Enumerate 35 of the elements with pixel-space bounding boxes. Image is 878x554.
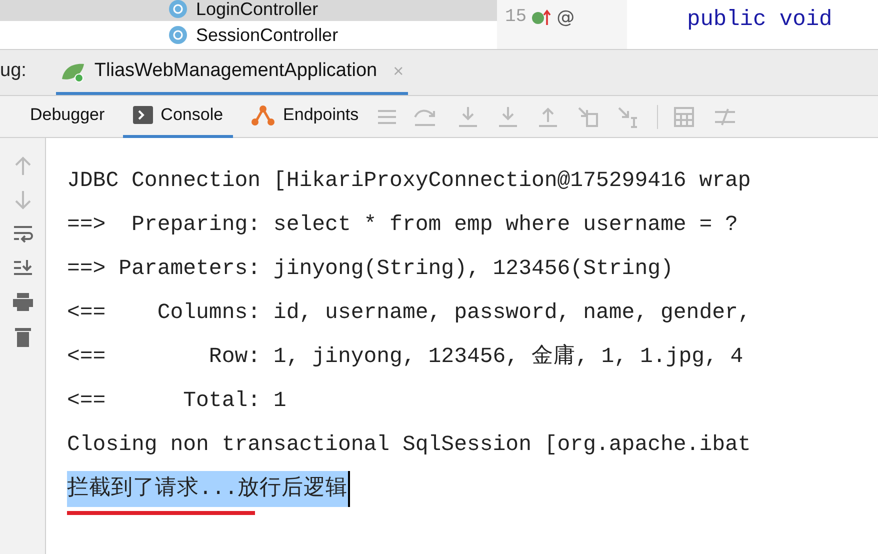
console-line: <== Row: 1, jinyong, 123456, 金庸, 1, 1.jpg, 4 bbox=[67, 342, 744, 371]
console-line: Closing non transactional SqlSession [org.apache.ibat bbox=[67, 432, 751, 459]
line-number: 15 bbox=[505, 6, 527, 29]
toolbar-tab[interactable]: Debugger bbox=[20, 96, 115, 138]
console-line: JDBC Connection [HikariProxyConnection@175299416 wrap bbox=[67, 168, 751, 195]
console-line: <== Total: 1 bbox=[67, 388, 286, 415]
step-out-icon[interactable] bbox=[536, 106, 559, 128]
console-line: ==> Preparing: select * from emp where username = ? bbox=[67, 212, 738, 239]
run-to-cursor-icon[interactable] bbox=[616, 106, 639, 128]
filter-icon[interactable] bbox=[714, 106, 736, 126]
drop-frame-icon[interactable] bbox=[576, 106, 599, 128]
console-line: ==> Parameters: jinyong(String), 123456(String) bbox=[67, 256, 674, 283]
force-step-into-icon[interactable] bbox=[496, 106, 519, 128]
class-icon bbox=[168, 25, 188, 45]
up-arrow-icon[interactable] bbox=[14, 156, 32, 176]
step-into-icon[interactable] bbox=[456, 106, 479, 128]
print-icon[interactable] bbox=[12, 292, 34, 312]
trash-icon[interactable] bbox=[14, 326, 32, 348]
console-icon bbox=[132, 106, 153, 124]
tree-item[interactable]: LoginController bbox=[0, 0, 497, 21]
console-line: <== Columns: id, username, password, name, gender, bbox=[67, 300, 751, 327]
toolbar-tab[interactable]: Console bbox=[122, 96, 234, 138]
soft-wrap-icon[interactable] bbox=[12, 224, 34, 244]
down-arrow-icon[interactable] bbox=[14, 190, 32, 210]
code-text: public void bbox=[687, 7, 832, 32]
scroll-to-end-icon[interactable] bbox=[12, 258, 34, 278]
calculator-icon[interactable] bbox=[674, 106, 694, 126]
debug-label: ug: bbox=[0, 58, 28, 82]
step-over-icon[interactable] bbox=[412, 106, 437, 126]
implements-icon bbox=[530, 8, 553, 28]
toolbar-tab[interactable]: Endpoints bbox=[241, 96, 369, 138]
class-icon bbox=[168, 0, 188, 19]
menu-icon[interactable] bbox=[376, 108, 397, 126]
annotation-icon: @ bbox=[556, 4, 575, 31]
endpoints-icon bbox=[251, 104, 276, 126]
